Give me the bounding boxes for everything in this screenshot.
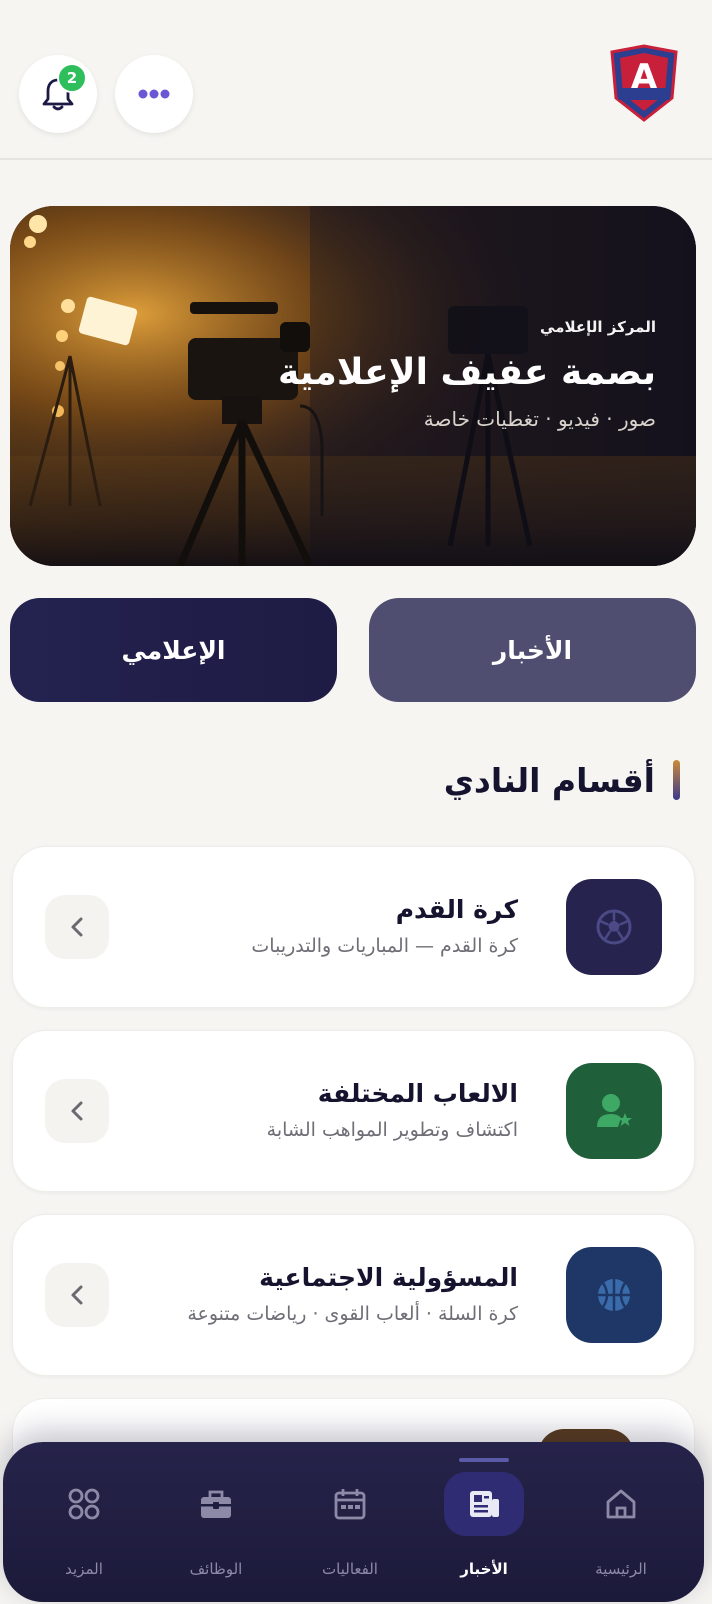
chevron-left-icon [71, 917, 83, 937]
card-chevron-button[interactable] [45, 895, 109, 959]
newspaper-icon [470, 1491, 499, 1517]
active-indicator [459, 1458, 509, 1462]
card-title: الالعاب المختلفة [317, 1079, 518, 1108]
nav-icon-wrap [44, 1472, 124, 1536]
hero-title: بصمة عفيف الإعلامية [278, 352, 656, 393]
card-icon-tile [566, 1247, 662, 1343]
card-subtitle: كرة القدم — المباريات والتدريبات [251, 935, 518, 957]
news-button[interactable]: الأخبار [369, 598, 696, 702]
user-star-icon [597, 1094, 632, 1127]
card-chevron-button[interactable] [45, 1079, 109, 1143]
club-section-card[interactable]: المسؤولية الاجتماعية كرة السلة · ألعاب ا… [12, 1214, 695, 1376]
nav-label-home: الرئيسية [595, 1560, 647, 1578]
nav-label-more: المزيد [65, 1560, 103, 1578]
nav-more[interactable]: المزيد [24, 1472, 144, 1592]
chevron-left-icon [71, 1285, 83, 1305]
club-logo[interactable]: A [606, 44, 682, 124]
nav-icon-wrap [444, 1472, 524, 1536]
notification-badge: 2 [57, 63, 87, 93]
card-subtitle: اكتشاف وتطوير المواهب الشابة [266, 1119, 518, 1141]
card-title: كرة القدم [395, 895, 518, 924]
media-button[interactable]: الإعلامي [10, 598, 337, 702]
card-chevron-button[interactable] [45, 1263, 109, 1327]
section-title: أقسام النادي [443, 760, 655, 800]
card-icon-tile [566, 879, 662, 975]
hero-text-block: المركز الإعلامي بصمة عفيف الإعلامية صور … [278, 318, 656, 431]
media-center-hero[interactable]: المركز الإعلامي بصمة عفيف الإعلامية صور … [10, 206, 696, 566]
nav-icon-wrap [310, 1472, 390, 1536]
app-root: A 2 المركز الإعلامي بصمة عفيف الإعلامية … [0, 0, 712, 1604]
card-icon-tile [566, 1063, 662, 1159]
top-header: A 2 [0, 0, 712, 160]
nav-icon-wrap [581, 1472, 661, 1536]
nav-news[interactable]: الأخبار [424, 1458, 544, 1592]
ellipsis-icon [138, 89, 170, 99]
home-icon [606, 1489, 636, 1519]
briefcase-icon [201, 1490, 231, 1518]
card-subtitle: كرة السلة · ألعاب القوى · رياضات متنوعة [187, 1303, 518, 1325]
nav-label-events: الفعاليات [322, 1560, 378, 1578]
club-section-card[interactable]: الالعاب المختلفة اكتشاف وتطوير المواهب ا… [12, 1030, 695, 1192]
nav-label-jobs: الوظائف [189, 1560, 243, 1578]
nav-icon-wrap [176, 1472, 256, 1536]
section-heading: أقسام النادي [444, 760, 680, 800]
calendar-icon [334, 1489, 366, 1520]
nav-label-news: الأخبار [460, 1560, 508, 1578]
grid-icon [68, 1488, 100, 1520]
hero-subtitle: صور · فيديو · تغطيات خاصة [423, 407, 656, 431]
nav-jobs[interactable]: الوظائف [156, 1472, 276, 1592]
nav-events[interactable]: الفعاليات [290, 1472, 410, 1592]
section-accent-bar [673, 760, 680, 800]
nav-home[interactable]: الرئيسية [561, 1472, 681, 1592]
bottom-navigation: الرئيسية الأخبار الفعاليات الوظائف المزي… [3, 1442, 704, 1602]
card-title: المسؤولية الاجتماعية [259, 1263, 518, 1292]
hero-kicker: المركز الإعلامي [540, 318, 656, 336]
soccer-ball-icon [596, 909, 632, 945]
more-options-button[interactable] [115, 55, 193, 133]
chevron-left-icon [71, 1101, 83, 1121]
basketball-icon [598, 1279, 630, 1311]
notifications-button[interactable]: 2 [19, 55, 97, 133]
club-section-card[interactable]: كرة القدم كرة القدم — المباريات والتدريب… [12, 846, 695, 1008]
